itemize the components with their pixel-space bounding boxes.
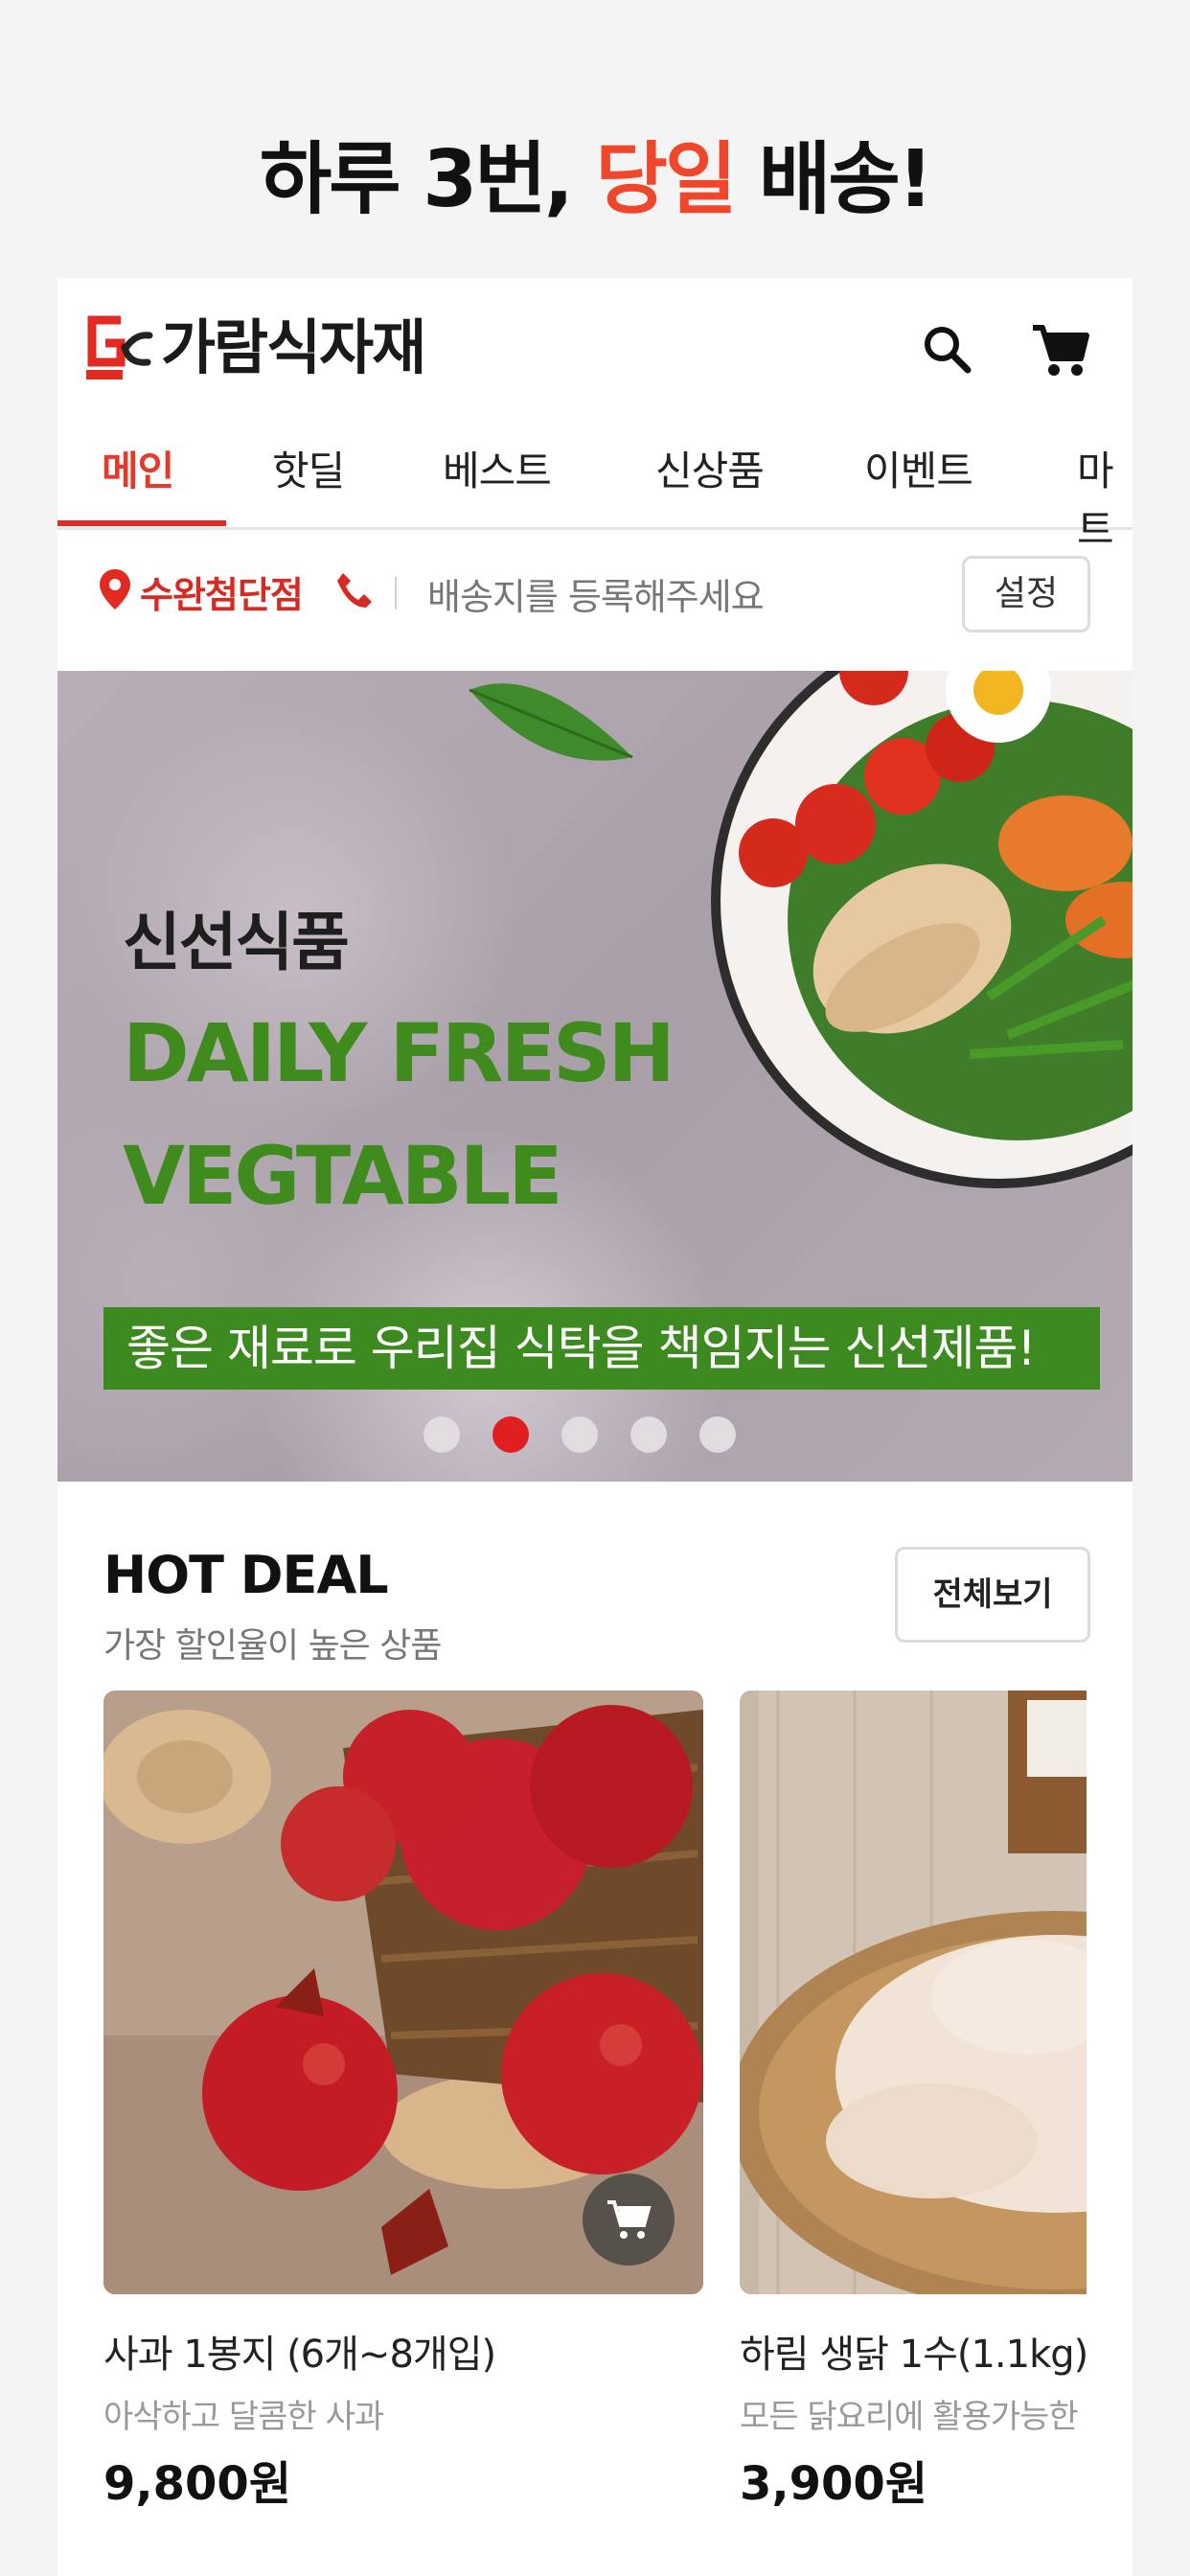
promo-banner[interactable]: 신선식품 DAILY FRESH VEGTABLE 좋은 재료로 우리집 식탁을… [57, 671, 1133, 1482]
gr-food-logo-icon[interactable] [82, 314, 153, 383]
pagination-dot[interactable] [630, 1416, 667, 1453]
branch-name[interactable]: 수완첨단점 [140, 565, 304, 618]
view-all-button[interactable]: 전체보기 [895, 1547, 1090, 1643]
app-header: 가람식자재 [57, 278, 1133, 422]
location-pin-icon [100, 569, 130, 610]
hot-deal-section: HOT DEAL 가장 할인율이 높은 상품 전체보기 사과 1봉지 (6개~8… [57, 1482, 1133, 2576]
banner-kicker: 신선식품 [123, 906, 350, 979]
banner-title-line2: VEGTABLE [123, 1129, 563, 1223]
tab-best[interactable]: 베스트 [443, 439, 552, 497]
product-image-chicken[interactable] [740, 1690, 1087, 2294]
phone-icon[interactable] [333, 569, 376, 611]
delivery-address-bar: 수완첨단점 배송지를 등록해주세요 설정 [57, 529, 1133, 663]
pagination-dot[interactable] [561, 1416, 598, 1453]
product-name[interactable]: 사과 1봉지 (6개~8개입) [103, 2323, 496, 2379]
product-price: 9,800원 [103, 2457, 291, 2511]
set-address-button[interactable]: 설정 [962, 556, 1090, 632]
banner-title-line1: DAILY FRESH [123, 1006, 675, 1100]
pagination-dot[interactable] [699, 1416, 736, 1453]
banner-title: DAILY FRESH VEGTABLE [123, 992, 675, 1237]
section-title: HOT DEAL [103, 1545, 389, 1605]
cart-icon [607, 2200, 652, 2239]
promo-headline: 하루 3번, 당일 배송! [0, 115, 1190, 229]
tab-main[interactable]: 메인 [102, 439, 174, 497]
active-tab-indicator [57, 520, 226, 526]
banner-pagination [57, 1416, 1133, 1455]
brand-name[interactable]: 가람식자재 [161, 305, 426, 391]
app-screen: 가람식자재 메인 핫딜 베스트 신상품 이벤트 마트 수완첨단점 배송지를 등록… [57, 278, 1133, 2576]
section-subtitle: 가장 할인율이 높은 상품 [103, 1626, 443, 1666]
pagination-dot-active[interactable] [492, 1416, 529, 1453]
pagination-dot[interactable] [423, 1416, 460, 1453]
tab-new[interactable]: 신상품 [655, 439, 765, 497]
product-desc: 아삭하고 달콤한 사과 [103, 2398, 384, 2436]
tab-event[interactable]: 이벤트 [864, 439, 973, 497]
product-name[interactable]: 하림 생닭 1수(1.1kg) [740, 2323, 1087, 2379]
search-icon[interactable] [914, 316, 981, 383]
promo-suffix: 배송! [758, 134, 933, 225]
tab-hot-deal[interactable]: 핫딜 [272, 439, 345, 497]
product-desc: 모든 닭요리에 활용가능한 [740, 2398, 1079, 2436]
category-tabs: 메인 핫딜 베스트 신상품 이벤트 마트 [57, 422, 1133, 553]
cart-icon[interactable] [1027, 316, 1094, 383]
address-placeholder[interactable]: 배송지를 등록해주세요 [427, 567, 765, 620]
basil-leaf-image [469, 683, 633, 761]
promo-prefix: 하루 3번, [259, 134, 574, 225]
product-price: 3,900원 [740, 2457, 927, 2511]
salad-bowl-image [711, 671, 1133, 1188]
product-card[interactable]: 하림 생닭 1수(1.1kg) 모든 닭요리에 활용가능한 3,900원 [740, 1690, 1087, 2576]
product-image-apples[interactable] [103, 1690, 703, 2294]
add-to-cart-button[interactable] [583, 2174, 675, 2266]
banner-tagline: 좋은 재료로 우리집 식탁을 책임지는 신선제품! [103, 1307, 1100, 1390]
divider [395, 577, 397, 610]
promo-accent: 당일 [595, 134, 737, 225]
